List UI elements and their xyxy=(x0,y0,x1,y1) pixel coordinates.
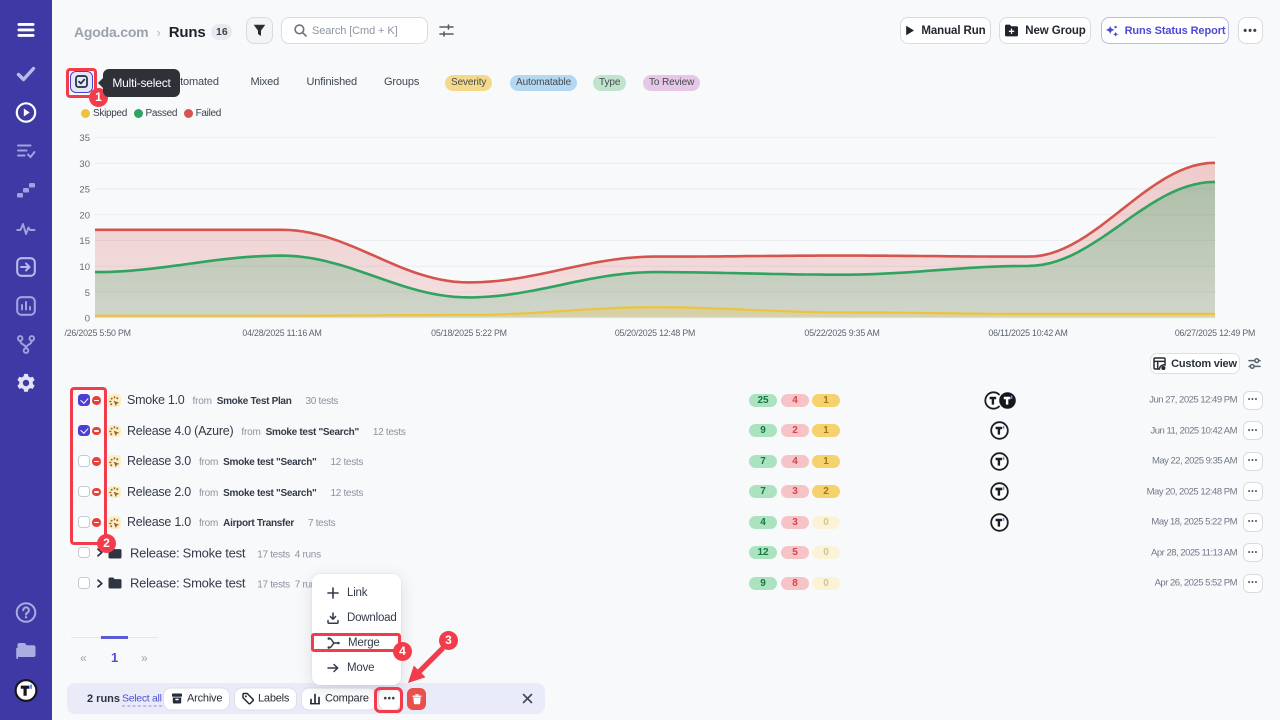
svg-text:06/27/2025 12:49 PM: 06/27/2025 12:49 PM xyxy=(1175,328,1255,338)
svg-text:05/20/2025 12:48 PM: 05/20/2025 12:48 PM xyxy=(615,328,695,338)
svg-text:35: 35 xyxy=(79,133,90,144)
svg-text:25: 25 xyxy=(79,185,90,196)
svg-text:10: 10 xyxy=(79,262,90,273)
svg-text:15: 15 xyxy=(79,236,90,247)
svg-text:20: 20 xyxy=(79,211,90,222)
svg-text:0: 0 xyxy=(85,314,90,325)
svg-text:30: 30 xyxy=(79,159,90,170)
svg-text:5: 5 xyxy=(85,288,90,299)
svg-text:04/28/2025 11:16 AM: 04/28/2025 11:16 AM xyxy=(242,328,321,338)
svg-text:05/18/2025 5:22 PM: 05/18/2025 5:22 PM xyxy=(431,328,507,338)
svg-text:05/22/2025 9:35 AM: 05/22/2025 9:35 AM xyxy=(804,328,879,338)
svg-text:/26/2025 5:50 PM: /26/2025 5:50 PM xyxy=(65,328,131,338)
svg-text:06/11/2025 10:42 AM: 06/11/2025 10:42 AM xyxy=(988,328,1067,338)
